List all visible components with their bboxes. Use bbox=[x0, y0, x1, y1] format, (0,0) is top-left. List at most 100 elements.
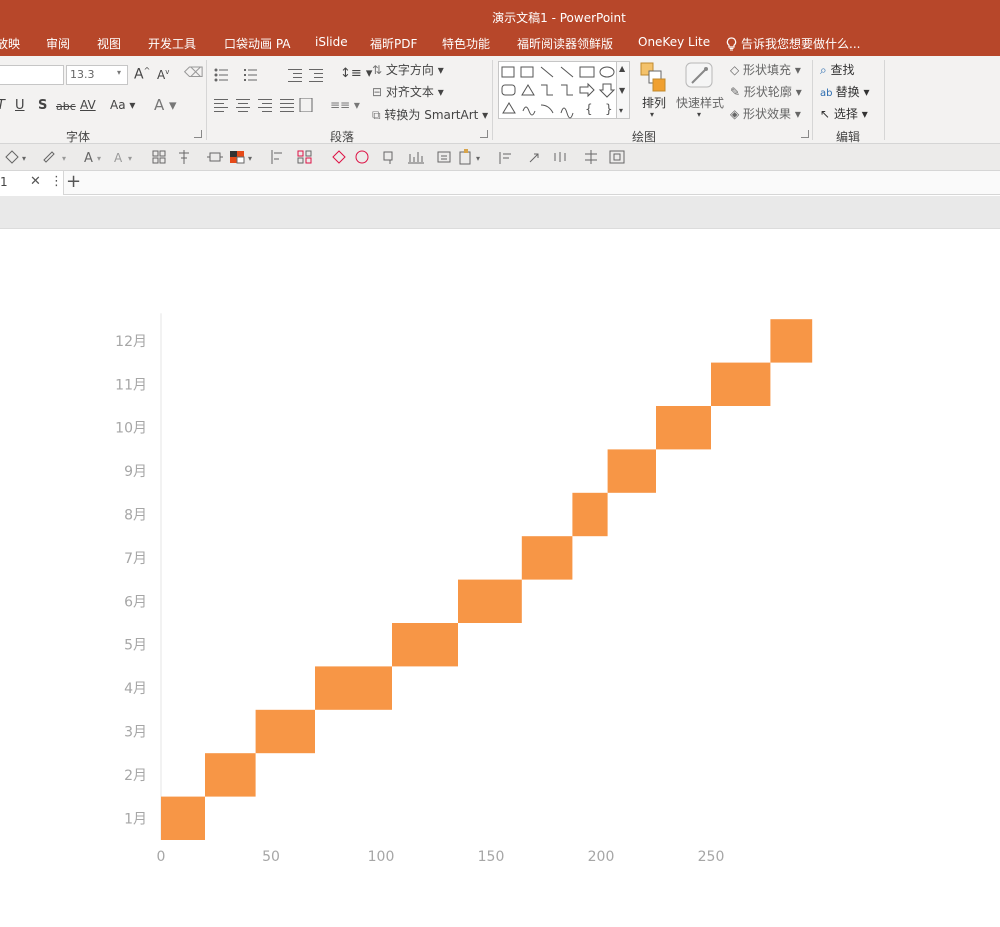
grow-font-icon[interactable]: A^ bbox=[134, 66, 150, 83]
arrange-icon[interactable] bbox=[640, 62, 666, 92]
ribbon-tab-bar: 放映 审阅 视图 开发工具 口袋动画 PA iSlide 福昕PDF 特色功能 … bbox=[0, 30, 1000, 56]
convert-smartart-button[interactable]: ⧉ 转换为 SmartArt ▾ bbox=[372, 106, 488, 123]
svg-text:▾: ▾ bbox=[97, 154, 101, 163]
x-tick-label: 100 bbox=[368, 849, 395, 865]
editing-group-label: 编辑 bbox=[836, 130, 861, 144]
clear-format-icon[interactable]: ⌫ bbox=[184, 65, 204, 81]
bullets-icon[interactable] bbox=[214, 68, 274, 82]
bar-1 bbox=[161, 796, 205, 840]
align-text-icon: ⊟ bbox=[372, 85, 386, 99]
x-tick-label: 50 bbox=[262, 849, 280, 865]
indent-icon[interactable] bbox=[288, 68, 328, 82]
svg-text:{: { bbox=[585, 102, 593, 116]
font-color-icon[interactable]: A ▾ bbox=[154, 96, 177, 114]
bar-11 bbox=[711, 362, 771, 406]
tab-foxit-reader[interactable]: 福昕阅读器领鲜版 bbox=[517, 35, 613, 52]
y-tick-label: 12月 bbox=[115, 334, 147, 350]
y-tick-label: 7月 bbox=[124, 551, 147, 567]
strikethrough-icon[interactable]: abc bbox=[56, 100, 76, 113]
bar-7 bbox=[521, 536, 573, 580]
more-options-icon[interactable]: ⋮ bbox=[50, 174, 63, 189]
chevron-down-icon: ▾ bbox=[650, 110, 655, 119]
columns-icon[interactable]: ≡≡ ▾ bbox=[330, 98, 360, 112]
shapes-gallery-scroll[interactable]: ▲ ▼ ▾ bbox=[616, 61, 630, 119]
find-button[interactable]: ⌕ 查找 bbox=[820, 61, 855, 78]
svg-text:▾: ▾ bbox=[22, 154, 26, 163]
replace-label: 替换 bbox=[835, 85, 860, 99]
replace-icon: ab bbox=[820, 88, 836, 99]
align-icons[interactable] bbox=[214, 98, 314, 112]
group-divider bbox=[884, 60, 885, 140]
bar-10 bbox=[656, 406, 711, 450]
gallery-more-icon[interactable]: ▾ bbox=[619, 106, 623, 115]
tab-onekey-lite[interactable]: OneKey Lite bbox=[638, 35, 710, 49]
document-tab[interactable]: 1 ✕ ⋮ bbox=[0, 171, 64, 195]
x-tick-label: 200 bbox=[588, 849, 615, 865]
shadow-icon[interactable]: S bbox=[38, 98, 47, 113]
y-tick-label: 11月 bbox=[115, 377, 147, 393]
smartart-icon: ⧉ bbox=[372, 108, 385, 122]
font-size-combo[interactable]: 13.3 ▾ bbox=[66, 65, 128, 85]
shrink-font-icon[interactable]: Av bbox=[157, 68, 169, 82]
bar-4 bbox=[315, 666, 392, 710]
workspace-strip bbox=[0, 196, 1000, 229]
svg-text:A: A bbox=[114, 151, 123, 165]
y-tick-label: 6月 bbox=[124, 594, 147, 610]
font-name-combo[interactable] bbox=[0, 65, 64, 85]
text-direction-button[interactable]: ⇅ 文字方向 ▾ bbox=[372, 61, 444, 78]
tab-pocket-animation[interactable]: 口袋动画 PA bbox=[224, 35, 291, 52]
tab-developer[interactable]: 开发工具 bbox=[148, 35, 196, 52]
underline-icon[interactable]: U bbox=[15, 98, 25, 113]
tab-special-features[interactable]: 特色功能 bbox=[442, 35, 490, 52]
lightbulb-icon bbox=[726, 37, 737, 51]
x-tick-label: 250 bbox=[698, 849, 725, 865]
change-case-icon[interactable]: Aa ▾ bbox=[110, 98, 135, 112]
y-tick-label: 4月 bbox=[124, 681, 147, 697]
convert-smartart-label: 转换为 SmartArt bbox=[384, 108, 479, 122]
scroll-down-icon[interactable]: ▼ bbox=[619, 86, 625, 95]
close-icon[interactable]: ✕ bbox=[30, 174, 41, 189]
font-size-value: 13.3 bbox=[70, 68, 95, 81]
drawing-dialog-launcher-icon[interactable] bbox=[801, 130, 809, 138]
y-tick-label: 2月 bbox=[124, 768, 147, 784]
select-button[interactable]: ↖ 选择 ▾ bbox=[820, 105, 868, 122]
replace-button[interactable]: ab 替换 ▾ bbox=[820, 83, 870, 100]
align-text-button[interactable]: ⊟ 对齐文本 ▾ bbox=[372, 83, 444, 100]
tell-me-box[interactable]: 告诉我您想要做什么... bbox=[726, 35, 860, 52]
cursor-icon: ↖ bbox=[820, 107, 834, 121]
svg-text:▾: ▾ bbox=[128, 154, 132, 163]
italic-icon[interactable]: T bbox=[0, 98, 5, 113]
new-tab-icon[interactable]: + bbox=[66, 171, 81, 192]
quick-styles-icon[interactable] bbox=[684, 61, 716, 91]
svg-text:▾: ▾ bbox=[62, 154, 66, 163]
paragraph-dialog-launcher-icon[interactable] bbox=[480, 130, 488, 138]
x-tick-label: 0 bbox=[157, 849, 166, 865]
shape-outline-label: 形状轮廓 bbox=[743, 85, 792, 99]
tab-review[interactable]: 审阅 bbox=[46, 35, 70, 52]
scroll-up-icon[interactable]: ▲ bbox=[619, 64, 625, 73]
shapes-gallery[interactable]: {} bbox=[498, 61, 630, 119]
find-label: 查找 bbox=[830, 63, 855, 77]
group-divider bbox=[206, 60, 207, 140]
document-tab-label: 1 bbox=[0, 175, 8, 189]
shape-effects-button[interactable]: ◈ 形状效果 ▾ bbox=[730, 105, 801, 122]
quick-styles-button[interactable]: 快速样式 bbox=[676, 94, 724, 111]
font-dialog-launcher-icon[interactable] bbox=[194, 130, 202, 138]
tab-view[interactable]: 视图 bbox=[97, 35, 121, 52]
shape-fill-button[interactable]: ◇ 形状填充 ▾ bbox=[730, 61, 801, 78]
align-text-label: 对齐文本 bbox=[385, 85, 434, 99]
bar-9 bbox=[607, 449, 656, 493]
bar-12 bbox=[770, 319, 813, 363]
ribbon: 13.3 ▾ A^ Av ⌫ T U S abc AV Aa ▾ A ▾ 字体 … bbox=[0, 56, 1000, 144]
tab-foxit-pdf[interactable]: 福昕PDF bbox=[370, 35, 417, 52]
line-spacing-icon[interactable]: ↕≡ ▾ bbox=[340, 66, 372, 81]
shape-outline-button[interactable]: ✎ 形状轮廓 ▾ bbox=[730, 83, 802, 100]
group-divider bbox=[492, 60, 493, 140]
tab-slideshow[interactable]: 放映 bbox=[0, 35, 20, 52]
shapes-gallery-icons: {} bbox=[501, 66, 616, 119]
arrange-button[interactable]: 排列 bbox=[642, 94, 666, 111]
tab-islide[interactable]: iSlide bbox=[315, 35, 348, 49]
char-spacing-icon[interactable]: AV bbox=[80, 98, 96, 112]
drawing-group-label: 绘图 bbox=[632, 130, 657, 144]
x-tick-label: 150 bbox=[478, 849, 505, 865]
